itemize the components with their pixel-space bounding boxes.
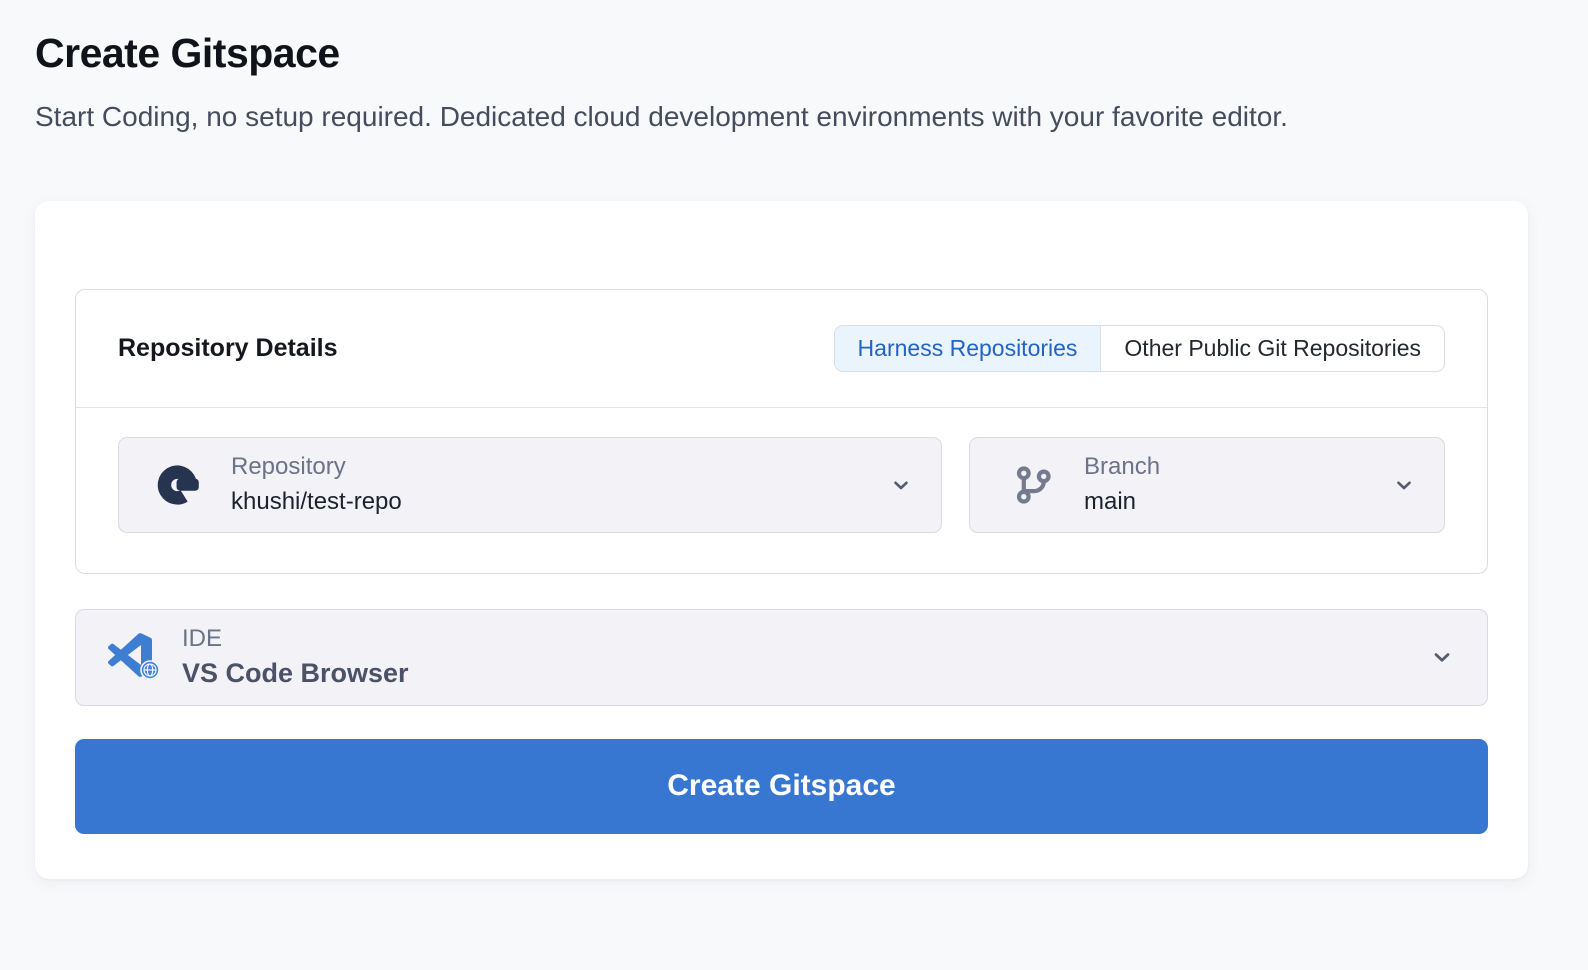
create-gitspace-button[interactable]: Create Gitspace [75,739,1488,834]
repository-details-heading: Repository Details [118,334,338,363]
branch-field-value: main [1084,488,1160,516]
harness-logo-icon [157,462,203,508]
repository-field-value: khushi/test-repo [231,488,402,516]
repository-details-header: Repository Details Harness Repositories … [76,290,1487,408]
ide-field-texts: IDE VS Code Browser [182,625,409,689]
ide-field-value: VS Code Browser [182,658,409,689]
repository-field-texts: Repository khushi/test-repo [231,453,402,516]
branch-dropdown[interactable]: Branch main [969,437,1445,533]
tab-other-public-git-repositories-label: Other Public Git Repositories [1124,335,1421,362]
page-subtitle: Start Coding, no setup required. Dedicat… [35,97,1455,137]
repository-fields-row: Repository khushi/test-repo [76,408,1487,573]
tab-harness-repositories-label: Harness Repositories [858,335,1078,362]
browser-globe-icon [140,660,160,685]
ide-field-label: IDE [182,625,409,653]
create-gitspace-page: Create Gitspace Start Coding, no setup r… [0,0,1588,879]
branch-field-texts: Branch main [1084,453,1160,516]
tab-harness-repositories[interactable]: Harness Repositories [835,326,1102,371]
vscode-browser-icon [108,633,156,681]
git-branch-icon [1010,462,1056,508]
repository-field-label: Repository [231,453,402,481]
tab-other-public-git-repositories[interactable]: Other Public Git Repositories [1101,326,1444,371]
repository-details-section: Repository Details Harness Repositories … [75,289,1488,574]
ide-dropdown[interactable]: IDE VS Code Browser [75,609,1488,706]
chevron-down-icon [889,473,913,497]
gitspace-form-card: Repository Details Harness Repositories … [35,201,1528,879]
branch-field-label: Branch [1084,453,1160,481]
repository-dropdown[interactable]: Repository khushi/test-repo [118,437,942,533]
repository-source-tabs: Harness Repositories Other Public Git Re… [834,325,1445,372]
page-title: Create Gitspace [35,30,1588,77]
chevron-down-icon [1392,473,1416,497]
chevron-down-icon [1429,644,1455,670]
